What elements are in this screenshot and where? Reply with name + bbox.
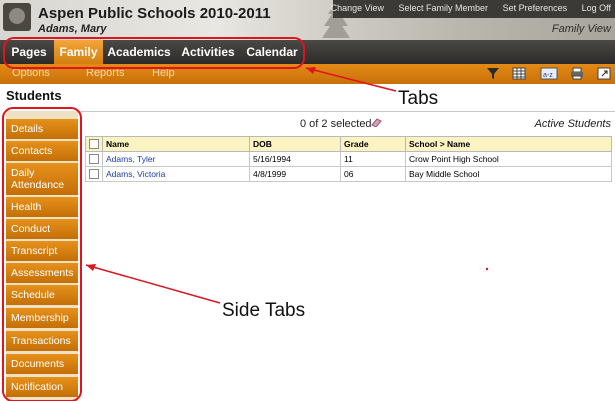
tab-calendar[interactable]: Calendar [242,40,302,64]
tab-pages[interactable]: Pages [6,40,52,64]
side-tab-health[interactable]: Health [6,197,78,217]
column-header-dob[interactable]: DOB [249,136,341,152]
clear-selection-icon[interactable] [370,117,382,127]
row-checkbox[interactable] [89,154,99,165]
filter-label: Active Students [534,118,611,130]
students-table: Name DOB Grade School > Name Adams, Tyle… [85,136,612,182]
tabs-annotation-label: Tabs [398,88,439,109]
print-icon[interactable] [570,67,584,80]
side-tab-contacts[interactable]: Contacts [6,141,78,161]
table-row[interactable]: Adams, Victoria 4/8/1999 06 Bay Middle S… [85,166,612,182]
column-header-school[interactable]: School > Name [405,136,612,152]
student-dob: 5/16/1994 [249,151,341,167]
sub-nav-bar: Options Reports Help a-z [0,64,615,84]
svg-text:a-z: a-z [543,72,553,79]
student-school: Crow Point High School [405,151,612,167]
student-name-link[interactable]: Adams, Tyler [102,151,250,167]
stray-dot-icon [485,267,489,271]
student-dob: 4/8/1999 [249,166,341,182]
select-all-checkbox[interactable] [89,139,99,150]
column-header-name[interactable]: Name [102,136,250,152]
row-checkbox-cell [85,166,103,182]
side-tabs-annotation-label: Side Tabs [222,300,306,321]
side-tab-list: Details Contacts Daily Attendance Health… [6,111,78,401]
options-menu[interactable]: Options [12,67,50,79]
app-header: Aspen Public Schools 2010-2011 Adams, Ma… [0,0,615,40]
content-divider [79,111,615,112]
main-tab-bar: Pages Family Academics Activities Calend… [0,40,615,64]
student-grade: 06 [340,166,406,182]
table-header-row: Name DOB Grade School > Name [85,136,612,152]
side-tab-conduct[interactable]: Conduct [6,219,78,239]
side-tab-transactions[interactable]: Transactions [6,331,78,351]
side-tab-daily-attendance[interactable]: Daily Attendance [6,163,78,195]
side-tabs-arrow-line [85,264,221,304]
row-checkbox[interactable] [89,169,99,180]
school-name: Aspen Public Schools 2010-2011 [38,5,271,22]
side-tab-membership[interactable]: Membership [6,308,78,328]
help-menu[interactable]: Help [152,67,175,79]
student-name-link[interactable]: Adams, Victoria [102,166,250,182]
select-family-member-link[interactable]: Select Family Member [399,3,489,13]
row-checkbox-cell [85,151,103,167]
side-tab-schedule[interactable]: Schedule [6,285,78,305]
table-row[interactable]: Adams, Tyler 5/16/1994 11 Crow Point Hig… [85,151,612,167]
side-tabs-arrowhead-icon [86,264,96,271]
side-tab-details[interactable]: Details [6,119,78,139]
selection-count: 0 of 2 selected [300,118,372,130]
change-view-link[interactable]: Change View [331,3,384,13]
set-preferences-link[interactable]: Set Preferences [503,3,568,13]
student-grade: 11 [340,151,406,167]
filter-icon[interactable] [486,67,500,80]
reports-menu[interactable]: Reports [86,67,125,79]
view-label: Family View [551,23,611,35]
student-school: Bay Middle School [405,166,612,182]
aspen-logo-icon [3,3,31,31]
log-off-link[interactable]: Log Off [582,3,611,13]
grid-icon[interactable] [512,67,526,80]
side-tab-transcript[interactable]: Transcript [6,241,78,261]
user-name: Adams, Mary [38,23,107,35]
tab-family[interactable]: Family [54,40,103,64]
tab-activities[interactable]: Activities [176,40,240,64]
side-tab-assessments[interactable]: Assessments [6,263,78,283]
popup-icon[interactable] [597,67,611,80]
tab-academics[interactable]: Academics [104,40,174,64]
column-header-grade[interactable]: Grade [340,136,406,152]
select-all-checkbox-cell [85,136,103,152]
top-links: Change View Select Family Member Set Pre… [319,3,611,13]
side-tab-documents[interactable]: Documents [6,354,78,374]
sort-az-icon[interactable]: a-z [540,67,558,80]
page-title: Students [6,88,62,103]
side-tab-notification[interactable]: Notification [6,377,78,397]
